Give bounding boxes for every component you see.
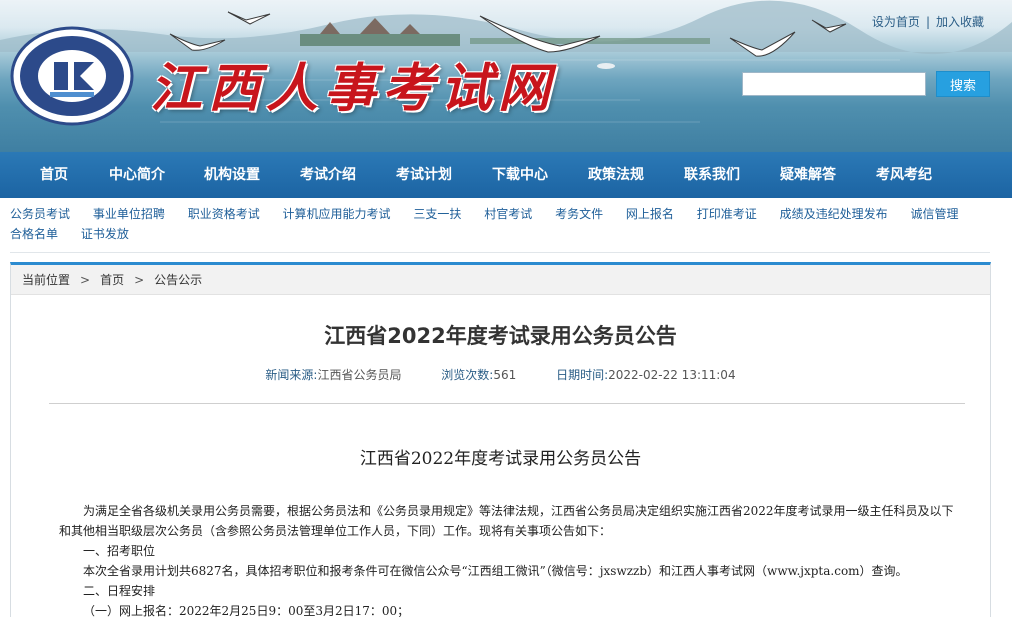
nav-item-downloads[interactable]: 下载中心: [492, 152, 548, 198]
sub-nav-qualified-list[interactable]: 合格名单: [10, 227, 58, 241]
meta-source-label: 新闻来源:: [265, 368, 318, 382]
nav-item-policy[interactable]: 政策法规: [588, 152, 644, 198]
sub-nav-certificates[interactable]: 证书发放: [81, 227, 129, 241]
meta-views-label: 浏览次数:: [441, 368, 494, 382]
sub-nav-computer-skills[interactable]: 计算机应用能力考试: [283, 207, 391, 221]
set-homepage-link[interactable]: 设为首页: [872, 15, 920, 29]
site-banner: 江西人事考试网 设为首页 | 加入收藏 搜索: [0, 0, 1012, 152]
sub-nav-three-supports[interactable]: 三支一扶: [413, 207, 461, 221]
nav-item-discipline[interactable]: 考风考纪: [876, 152, 932, 198]
article-divider: [49, 403, 965, 404]
body-paragraph-registration: （一）网上报名：2022年2月25日9：00至3月2日17：00；: [83, 604, 410, 617]
body-heading-positions: 一、招考职位: [83, 544, 156, 558]
meta-date-label: 日期时间:: [556, 368, 609, 382]
meta-source: 新闻来源:江西省公务员局: [265, 368, 401, 382]
meta-date-value: 2022-02-22 13:11:04: [608, 368, 736, 382]
body-paragraph-positions: 本次全省录用计划共6827名，具体招考职位和报考条件可在微信公众号“江西组工微讯…: [83, 564, 908, 578]
sub-nav-qualification[interactable]: 职业资格考试: [188, 207, 260, 221]
breadcrumb-arrow: >: [134, 273, 145, 287]
nav-item-faq[interactable]: 疑难解答: [780, 152, 836, 198]
meta-views-value: 561: [493, 368, 517, 382]
sub-nav-scores-violations[interactable]: 成绩及违纪处理发布: [780, 207, 888, 221]
nav-item-exam-plan[interactable]: 考试计划: [396, 152, 452, 198]
body-paragraph-intro: 为满足全省各级机关录用公务员需要，根据公务员法和《公务员录用规定》等法律法规，江…: [59, 504, 954, 538]
sub-nav-public-institution[interactable]: 事业单位招聘: [93, 207, 165, 221]
body-heading-schedule: 二、日程安排: [83, 584, 156, 598]
article-panel: 当前位置 > 首页 > 公告公示 江西省2022年度考试录用公务员公告 新闻来源:江西省…: [10, 262, 991, 617]
breadcrumb-announcements[interactable]: 公告公示: [154, 273, 202, 287]
meta-views: 浏览次数:561: [441, 368, 516, 382]
nav-item-about[interactable]: 中心简介: [109, 152, 165, 198]
breadcrumb: 当前位置 > 首页 > 公告公示: [11, 265, 990, 295]
sub-nav-exam-documents[interactable]: 考务文件: [555, 207, 603, 221]
sub-nav: 公务员考试 事业单位招聘 职业资格考试 计算机应用能力考试 三支一扶 村官考试 …: [10, 204, 990, 244]
sub-nav-online-registration[interactable]: 网上报名: [626, 207, 674, 221]
sub-nav-integrity[interactable]: 诚信管理: [910, 207, 958, 221]
document-title: 江西省2022年度考试录用公务员公告: [359, 449, 642, 469]
sub-nav-civil-service[interactable]: 公务员考试: [10, 207, 70, 221]
breadcrumb-home[interactable]: 首页: [100, 273, 124, 287]
article-body: 为满足全省各级机关录用公务员需要，根据公务员法和《公务员录用规定》等法律法规，江…: [59, 501, 959, 617]
nav-item-home[interactable]: 首页: [40, 152, 68, 198]
breadcrumb-arrow: >: [80, 273, 91, 287]
site-title: 江西人事考试网: [150, 58, 557, 119]
sub-nav-village-official[interactable]: 村官考试: [484, 207, 532, 221]
article-meta: 新闻来源:江西省公务员局 浏览次数:561 日期时间:2022-02-22 13…: [11, 366, 990, 383]
search-input[interactable]: [742, 72, 926, 96]
main-nav: 首页 中心简介 机构设置 考试介绍 考试计划 下载中心 政策法规 联系我们 疑难…: [0, 152, 1012, 198]
top-links: 设为首页 | 加入收藏: [872, 13, 984, 30]
sub-nav-print-admission[interactable]: 打印准考证: [697, 207, 757, 221]
exam-center-logo: [10, 26, 134, 126]
top-links-separator: |: [925, 15, 930, 29]
nav-item-contact[interactable]: 联系我们: [684, 152, 740, 198]
nav-item-exam-intro[interactable]: 考试介绍: [300, 152, 356, 198]
article-title: 江西省2022年度考试录用公务员公告: [324, 324, 677, 348]
add-favorite-link[interactable]: 加入收藏: [936, 15, 984, 29]
search-button[interactable]: 搜索: [936, 71, 990, 97]
meta-source-value: 江西省公务员局: [317, 368, 402, 382]
sub-nav-divider: [10, 252, 990, 253]
breadcrumb-label: 当前位置: [22, 273, 71, 287]
nav-item-organization[interactable]: 机构设置: [204, 152, 260, 198]
meta-date: 日期时间:2022-02-22 13:11:04: [556, 368, 736, 382]
